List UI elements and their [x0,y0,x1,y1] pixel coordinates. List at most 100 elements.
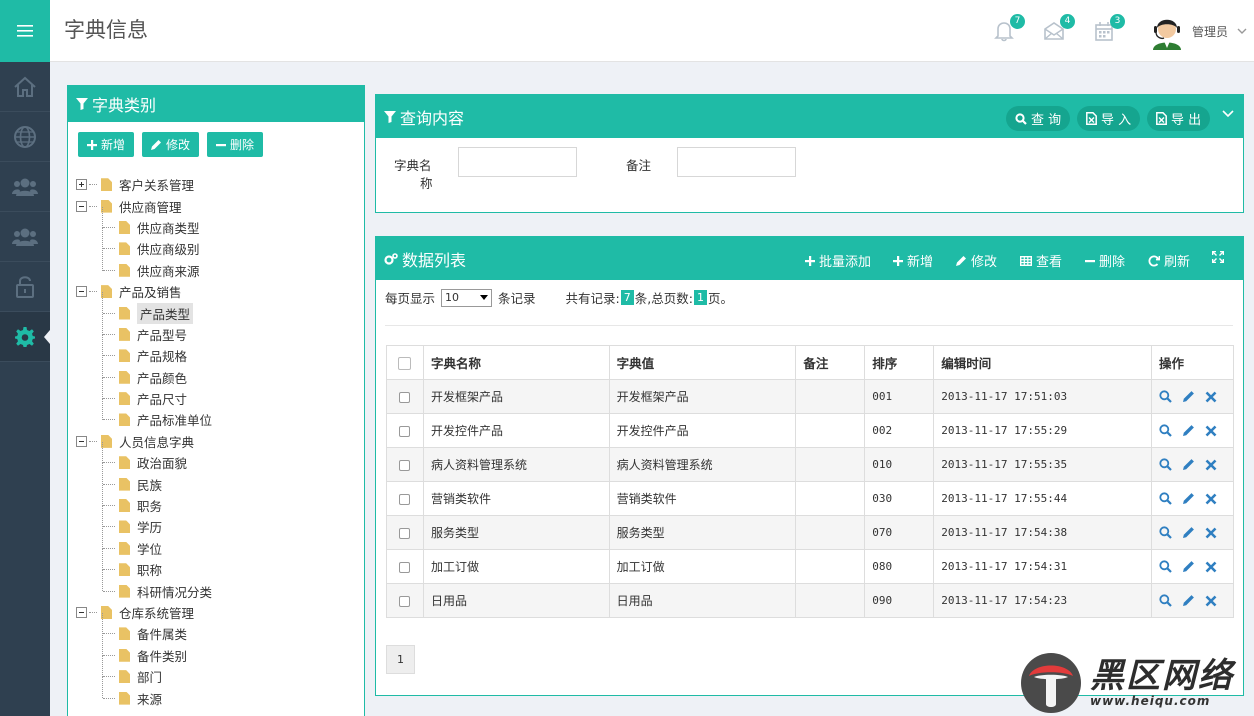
column-header[interactable]: 备注 [795,345,866,380]
tree-node-item[interactable]: 职称 [76,549,212,580]
batch-add-button[interactable]: 批量添加 [805,251,871,270]
notifications-button[interactable]: 7 [993,14,1025,44]
tree-node-item[interactable]: 来源 [76,677,212,708]
user-name[interactable]: 管理员 [1192,23,1228,40]
row-checkbox[interactable] [399,493,411,505]
close-icon[interactable] [1205,527,1217,539]
tree-node-item[interactable]: 产品规格 [76,335,212,366]
row-checkbox[interactable] [399,527,411,539]
tree-node-item[interactable]: 科研情况分类 [76,570,212,601]
search-icon[interactable] [1159,560,1172,573]
tree-node-item[interactable]: 学位 [76,527,212,559]
close-icon[interactable] [1205,391,1217,403]
column-header[interactable]: 字典值 [608,345,797,380]
per-page-select[interactable]: 10 [441,288,493,307]
tree-add-button[interactable]: 新增 [78,132,135,157]
row-checkbox[interactable] [399,425,411,437]
row-checkbox[interactable] [399,459,411,471]
note-input[interactable] [677,147,796,177]
sidebar-item-home[interactable] [0,62,50,112]
close-icon[interactable] [1205,459,1217,471]
search-button[interactable]: 查 询 [1006,106,1071,131]
tree-node-item[interactable]: 学历 [76,506,212,537]
table-row[interactable]: 开发框架产品 开发框架产品 001 2013-11-17 17:51:03 [386,379,1235,414]
export-button[interactable]: 导 出 [1147,106,1211,131]
collapse-chevron-icon[interactable] [1222,110,1234,118]
sidebar-item-groups[interactable] [0,212,50,262]
tree-node-item[interactable]: 供应商来源 [76,249,212,281]
edit-button[interactable]: 修改 [956,251,997,270]
import-button[interactable]: 导 入 [1077,106,1141,131]
collapse-icon[interactable] [76,286,87,298]
table-row[interactable]: 服务类型 服务类型 070 2013-11-17 17:54:38 [386,515,1235,550]
close-icon[interactable] [1205,425,1217,437]
search-icon[interactable] [1159,594,1172,607]
tree-node-item[interactable]: 备件类别 [76,634,212,666]
menu-toggle-button[interactable] [0,0,50,62]
refresh-button[interactable]: 刷新 [1148,251,1190,270]
column-header[interactable]: 排序 [864,345,935,380]
close-icon[interactable] [1205,595,1217,607]
row-checkbox[interactable] [399,561,411,573]
sidebar-item-globe[interactable] [0,112,50,162]
tree-node-item[interactable]: 民族 [76,463,212,494]
search-icon[interactable] [1159,492,1172,505]
table-row[interactable]: 病人资料管理系统 病人资料管理系统 010 2013-11-17 17:55:35 [386,447,1235,482]
tree-node-group[interactable]: 客户关系管理 [76,174,212,195]
tree-edit-button[interactable]: 修改 [142,132,200,157]
close-icon[interactable] [1205,493,1217,505]
fullscreen-button[interactable] [1212,251,1224,263]
column-header[interactable]: 编辑时间 [933,345,1152,380]
pencil-icon[interactable] [1182,526,1195,539]
tree-node-item[interactable]: 产品标准单位 [76,399,212,430]
search-icon[interactable] [1159,458,1172,471]
tree-node-item[interactable]: 备件属类 [76,613,212,644]
pencil-icon[interactable] [1182,390,1195,403]
select-all-checkbox[interactable] [398,357,412,370]
table-row[interactable]: 开发控件产品 开发控件产品 002 2013-11-17 17:55:29 [386,413,1235,448]
close-icon[interactable] [1205,561,1217,573]
tree-node-item[interactable]: 职务 [76,484,212,516]
collapse-icon[interactable] [76,200,87,212]
sidebar-item-settings[interactable] [0,312,50,362]
pencil-icon[interactable] [1182,560,1195,573]
tree-node-group[interactable]: 供应商管理 [76,195,212,216]
tree-node-group[interactable]: 产品及销售 [76,281,212,302]
collapse-icon[interactable] [76,435,87,447]
pencil-icon[interactable] [1182,458,1195,471]
table-row[interactable]: 日用品 日用品 090 2013-11-17 17:54:23 [386,583,1235,618]
tree-node-item[interactable]: 产品尺寸 [76,377,212,409]
expand-icon[interactable] [76,179,87,191]
pencil-icon[interactable] [1182,424,1195,437]
search-icon[interactable] [1159,424,1172,437]
add-button[interactable]: 新增 [893,251,933,270]
collapse-icon[interactable] [76,607,87,618]
search-icon[interactable] [1159,526,1172,539]
tree-node-item[interactable]: 供应商类型 [76,206,212,238]
tasks-button[interactable]: 3 [1093,14,1125,44]
table-row[interactable]: 营销类软件 营销类软件 030 2013-11-17 17:55:44 [386,481,1235,516]
delete-button[interactable]: 删除 [1085,251,1125,270]
tree-node-group[interactable]: 人员信息字典 [76,431,212,452]
tree-node-item[interactable]: 供应商级别 [76,228,212,259]
search-icon[interactable] [1159,390,1172,403]
tree-delete-button[interactable]: 删除 [207,132,264,157]
view-button[interactable]: 查看 [1020,251,1062,270]
row-checkbox[interactable] [399,595,411,607]
tree-node-group[interactable]: 仓库系统管理 [76,602,212,623]
table-row[interactable]: 加工订做 加工订做 080 2013-11-17 17:54:31 [386,549,1235,584]
sidebar-item-users[interactable] [0,162,50,212]
column-header[interactable]: 字典名称 [422,345,610,380]
messages-button[interactable]: 4 [1043,14,1075,44]
dict-name-input[interactable] [458,147,577,177]
tree-node-item[interactable]: 政治面貌 [76,442,212,473]
pencil-icon[interactable] [1182,492,1195,505]
tree-node-item[interactable]: 部门 [76,655,212,687]
row-checkbox[interactable] [399,391,411,403]
sidebar-item-security[interactable] [0,262,50,312]
chevron-down-icon[interactable] [1237,26,1247,36]
tree-node-item[interactable]: 产品颜色 [76,356,212,388]
tree-node-item[interactable]: 产品型号 [76,313,212,345]
page-button[interactable]: 1 [386,645,415,674]
tree-node-item[interactable]: 产品类型 [76,292,212,324]
